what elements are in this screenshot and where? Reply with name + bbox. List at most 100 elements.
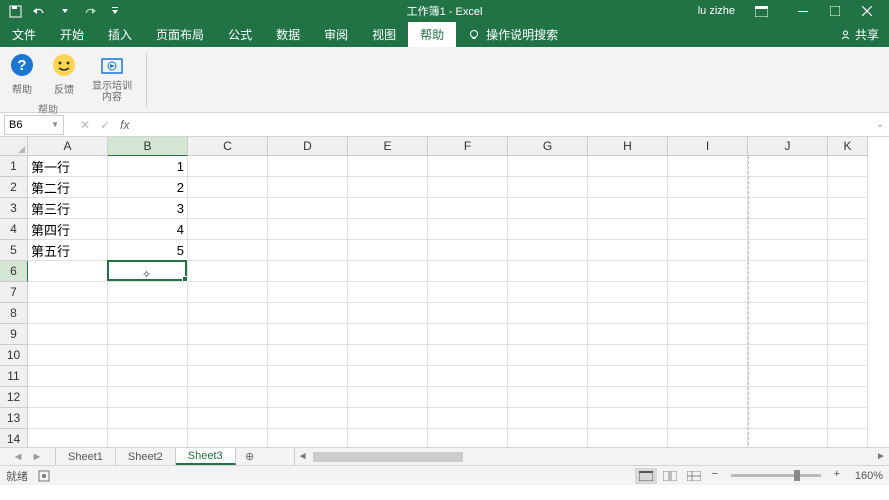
row-header-6[interactable]: 6 [0,261,28,282]
cell-C2[interactable] [188,177,268,198]
cell-D4[interactable] [268,219,348,240]
row-header-1[interactable]: 1 [0,156,28,177]
save-button[interactable] [4,1,26,21]
undo-dropdown[interactable] [54,1,76,21]
cell-J13[interactable] [748,408,828,429]
cell-B12[interactable] [108,387,188,408]
cell-G5[interactable] [508,240,588,261]
cell-K10[interactable] [828,345,868,366]
cell-F14[interactable] [428,429,508,447]
cell-J2[interactable] [748,177,828,198]
tab-review[interactable]: 审阅 [312,22,360,47]
add-sheet-button[interactable]: ⊕ [236,448,264,465]
cell-K6[interactable] [828,261,868,282]
cell-C8[interactable] [188,303,268,324]
cell-G3[interactable] [508,198,588,219]
cell-H1[interactable] [588,156,668,177]
row-header-12[interactable]: 12 [0,387,28,408]
close-button[interactable] [851,0,883,22]
cell-K7[interactable] [828,282,868,303]
cell-D10[interactable] [268,345,348,366]
spreadsheet-grid[interactable]: ABCDEFGHIJK 1234567891011121314 第一行1第二行2… [0,137,889,447]
zoom-level[interactable]: 160% [855,470,883,482]
column-header-H[interactable]: H [588,137,668,156]
tab-formulas[interactable]: 公式 [216,22,264,47]
tell-me-search[interactable]: 操作说明搜索 [456,22,558,47]
cell-A13[interactable] [28,408,108,429]
column-header-D[interactable]: D [268,137,348,156]
cell-B10[interactable] [108,345,188,366]
cell-F2[interactable] [428,177,508,198]
cell-H7[interactable] [588,282,668,303]
cell-A11[interactable] [28,366,108,387]
cell-B13[interactable] [108,408,188,429]
column-header-I[interactable]: I [668,137,748,156]
cell-B1[interactable]: 1 [108,156,188,177]
cell-C11[interactable] [188,366,268,387]
cell-A14[interactable] [28,429,108,447]
cell-C3[interactable] [188,198,268,219]
cell-F7[interactable] [428,282,508,303]
cell-A1[interactable]: 第一行 [28,156,108,177]
cell-G9[interactable] [508,324,588,345]
cell-C14[interactable] [188,429,268,447]
row-header-8[interactable]: 8 [0,303,28,324]
cell-F3[interactable] [428,198,508,219]
horizontal-scrollbar[interactable]: ◄ ► [294,448,889,465]
cell-I6[interactable] [668,261,748,282]
column-header-F[interactable]: F [428,137,508,156]
page-break-view-button[interactable] [683,468,705,484]
cell-H5[interactable] [588,240,668,261]
cell-A10[interactable] [28,345,108,366]
ribbon-display-button[interactable] [745,0,777,22]
cell-C10[interactable] [188,345,268,366]
cell-D3[interactable] [268,198,348,219]
cell-B5[interactable]: 5 [108,240,188,261]
cell-B8[interactable] [108,303,188,324]
cell-E9[interactable] [348,324,428,345]
cell-K9[interactable] [828,324,868,345]
cell-A12[interactable] [28,387,108,408]
formula-expand-button[interactable]: ⌄ [875,119,889,130]
cell-K2[interactable] [828,177,868,198]
scroll-track[interactable] [311,450,873,464]
column-header-A[interactable]: A [28,137,108,156]
cell-C13[interactable] [188,408,268,429]
zoom-slider[interactable] [731,474,821,477]
cell-A4[interactable]: 第四行 [28,219,108,240]
cell-G11[interactable] [508,366,588,387]
cancel-icon[interactable]: ✕ [80,118,90,132]
row-header-5[interactable]: 5 [0,240,28,261]
cell-H6[interactable] [588,261,668,282]
cell-G8[interactable] [508,303,588,324]
macro-record-icon[interactable] [38,470,50,482]
cell-G2[interactable] [508,177,588,198]
cell-F12[interactable] [428,387,508,408]
cell-G10[interactable] [508,345,588,366]
cell-B11[interactable] [108,366,188,387]
cell-E5[interactable] [348,240,428,261]
cell-D9[interactable] [268,324,348,345]
row-header-7[interactable]: 7 [0,282,28,303]
cells-area[interactable]: 第一行1第二行2第三行3第四行4第五行5 [28,156,868,447]
cell-K1[interactable] [828,156,868,177]
column-header-G[interactable]: G [508,137,588,156]
cell-J14[interactable] [748,429,828,447]
cell-A7[interactable] [28,282,108,303]
fx-icon[interactable]: fx [120,118,129,132]
cell-B4[interactable]: 4 [108,219,188,240]
tab-file[interactable]: 文件 [0,22,48,47]
cell-B3[interactable]: 3 [108,198,188,219]
tab-pagelayout[interactable]: 页面布局 [144,22,216,47]
column-header-K[interactable]: K [828,137,868,156]
cell-I5[interactable] [668,240,748,261]
column-header-B[interactable]: B [108,137,188,156]
cell-J9[interactable] [748,324,828,345]
cell-D7[interactable] [268,282,348,303]
tab-home[interactable]: 开始 [48,22,96,47]
undo-button[interactable] [29,1,51,21]
scroll-right-button[interactable]: ► [873,451,889,462]
cell-H11[interactable] [588,366,668,387]
cell-K13[interactable] [828,408,868,429]
sheet-tab-sheet1[interactable]: Sheet1 [56,448,116,465]
